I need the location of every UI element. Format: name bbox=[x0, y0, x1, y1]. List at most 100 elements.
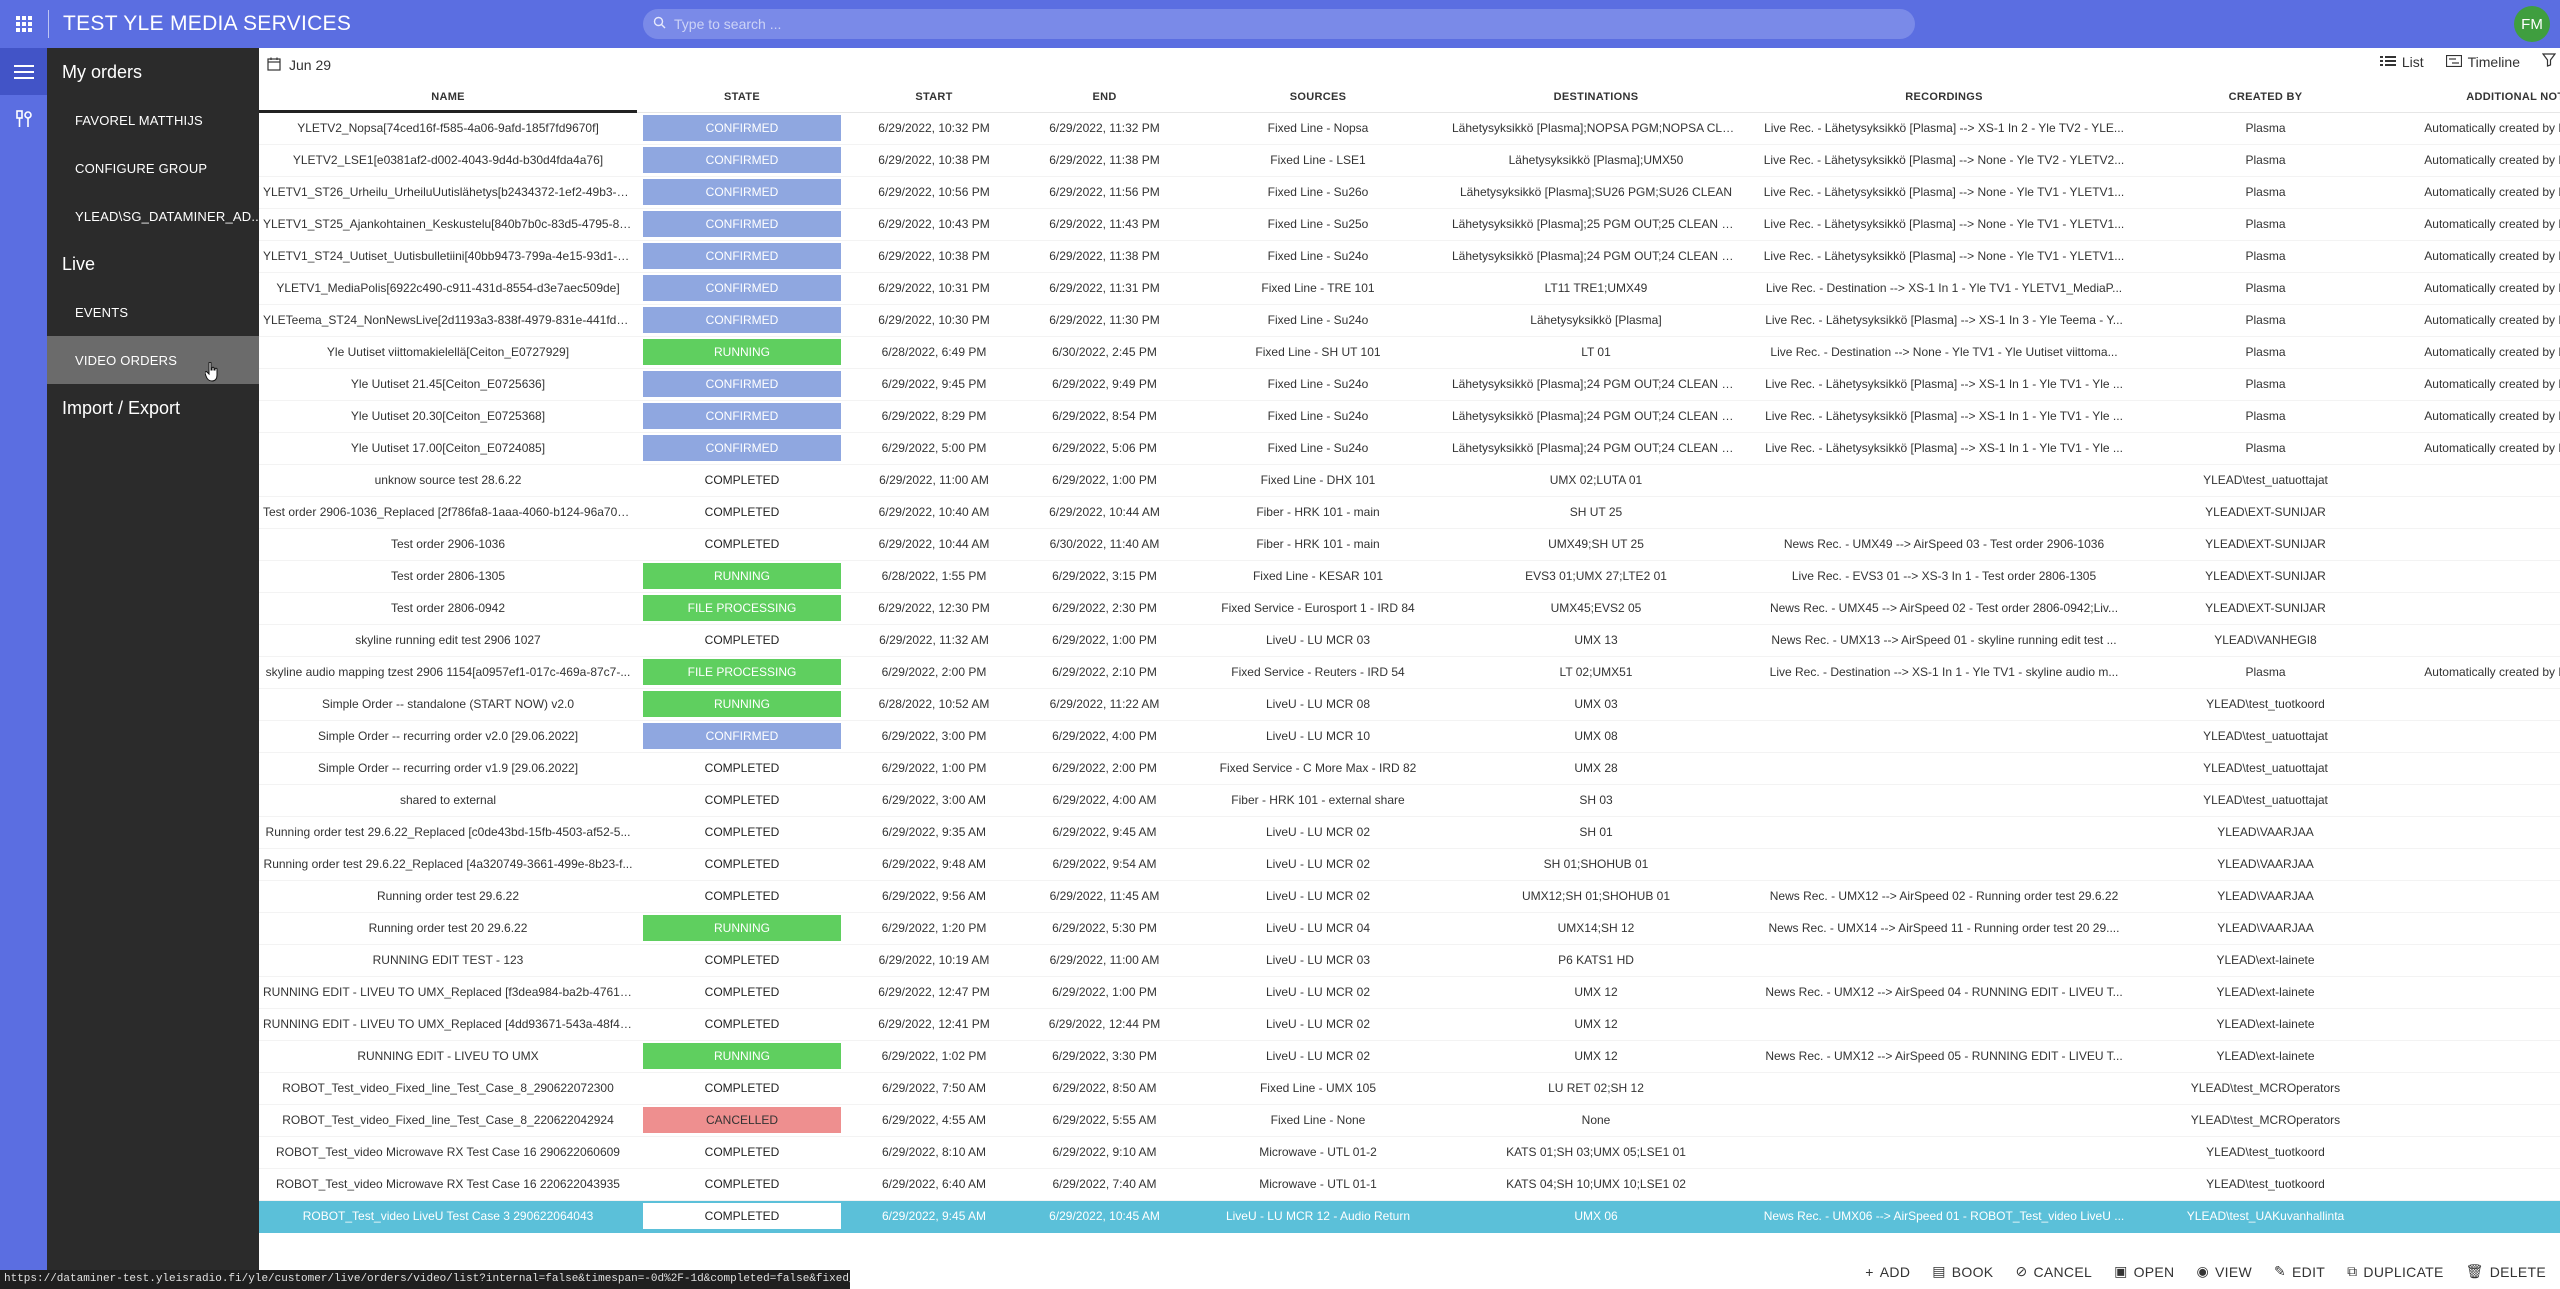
duplicate-button[interactable]: ⧉ DUPLICATE bbox=[2347, 1263, 2444, 1280]
list-view-button[interactable]: List bbox=[2374, 54, 2424, 70]
state-badge: CONFIRMED bbox=[643, 211, 841, 237]
table-row[interactable]: RUNNING EDIT TEST - 123 COMPLETED 6/29/202… bbox=[259, 944, 2560, 977]
cell-name: Running order test 29.6.22 bbox=[259, 880, 637, 913]
nav-my-orders[interactable]: My orders bbox=[47, 48, 259, 96]
table-row[interactable]: Simple Order -- standalone (START NOW) v… bbox=[259, 688, 2560, 721]
cell-additional-notes bbox=[2387, 464, 2560, 497]
menu-icon[interactable] bbox=[0, 48, 47, 95]
timeline-view-button[interactable]: Timeline bbox=[2440, 54, 2520, 70]
cell-start: 6/29/2022, 12:47 PM bbox=[847, 976, 1021, 1009]
nav-item-configure-group[interactable]: CONFIGURE GROUP bbox=[47, 144, 259, 192]
open-icon: ▣ bbox=[2114, 1263, 2128, 1279]
cell-recordings bbox=[1744, 1168, 2144, 1201]
table-row[interactable]: Simple Order -- recurring order v1.9 [29… bbox=[259, 752, 2560, 785]
cell-sources: Microwave - UTL 01-1 bbox=[1188, 1168, 1448, 1201]
table-row[interactable]: Yle Uutiset 20.30[Ceiton_E0725368] CONFIR… bbox=[259, 400, 2560, 433]
nav-live[interactable]: Live bbox=[47, 240, 259, 288]
table-row[interactable]: ROBOT_Test_video_Fixed_line_Test_Case_8_… bbox=[259, 1072, 2560, 1105]
table-row[interactable]: RUNNING EDIT - LIVEU TO UMX_Replaced [f3… bbox=[259, 976, 2560, 1009]
date-label[interactable]: Jun 29 bbox=[289, 57, 331, 73]
tools-icon[interactable] bbox=[0, 95, 47, 142]
col-header-recordings[interactable]: RECORDINGS bbox=[1744, 82, 2144, 113]
col-header-created-by[interactable]: CREATED BY bbox=[2144, 82, 2387, 113]
cell-start: 6/29/2022, 10:38 PM bbox=[847, 240, 1021, 273]
table-row[interactable]: RUNNING EDIT - LIVEU TO UMX RUNNING 6/29/2… bbox=[259, 1040, 2560, 1073]
user-avatar[interactable]: FM bbox=[2514, 6, 2550, 42]
cell-additional-notes bbox=[2387, 912, 2560, 945]
table-row[interactable]: Yle Uutiset 17.00[Ceiton_E0724085] CONFIR… bbox=[259, 432, 2560, 465]
filter-button[interactable] bbox=[2536, 53, 2557, 70]
delete-button[interactable]: 🗑 DELETE bbox=[2466, 1263, 2546, 1280]
search-bar[interactable] bbox=[643, 9, 1915, 39]
table-row[interactable]: YLETV1_MediaPolis[6922c490-c911-431d-855… bbox=[259, 272, 2560, 305]
table-row[interactable]: ROBOT_Test_video Microwave RX Test Case … bbox=[259, 1136, 2560, 1169]
cell-destinations: UMX 13 bbox=[1448, 624, 1744, 657]
nav-item-video-orders[interactable]: VIDEO ORDERS bbox=[47, 336, 259, 384]
app-launcher-icon[interactable] bbox=[0, 0, 48, 48]
main-content: Jun 29 List Timeline NAME STATE START EN bbox=[259, 48, 2560, 1289]
table-row[interactable]: Yle Uutiset 21.45[Ceiton_E0725636] CONFIR… bbox=[259, 368, 2560, 401]
table-row[interactable]: YLETV1_ST24_Uutiset_Uutisbulletiini[40bb… bbox=[259, 240, 2560, 273]
state-badge: CONFIRMED bbox=[643, 179, 841, 205]
table-row[interactable]: Running order test 29.6.22_Replaced [4a3… bbox=[259, 848, 2560, 881]
col-header-sources[interactable]: SOURCES bbox=[1188, 82, 1448, 113]
orders-table: NAME STATE START END SOURCES DESTINATION… bbox=[259, 82, 2560, 1233]
search-input[interactable] bbox=[674, 16, 1874, 32]
table-row[interactable]: Yle Uutiset viittomakielellä[Ceiton_E072… bbox=[259, 336, 2560, 369]
cell-destinations: Lähetysyksikkö [Plasma];UMX50 bbox=[1448, 144, 1744, 177]
col-header-destinations[interactable]: DESTINATIONS bbox=[1448, 82, 1744, 113]
table-row[interactable]: YLETV1_ST25_Ajankohtainen_Keskustelu[840… bbox=[259, 208, 2560, 241]
table-row[interactable]: Test order 2906-1036 COMPLETED 6/29/2022, … bbox=[259, 528, 2560, 561]
table-row[interactable]: YLETV1_ST26_Urheilu_UrheiluUutislähetys[… bbox=[259, 176, 2560, 209]
calendar-icon[interactable] bbox=[267, 57, 281, 74]
col-header-additional-notes[interactable]: ADDITIONAL NOTES bbox=[2387, 82, 2560, 113]
nav-item-sg-dataminer[interactable]: YLEAD\SG_DATAMINER_AD... bbox=[47, 192, 259, 240]
col-header-name[interactable]: NAME bbox=[259, 82, 637, 113]
nav-item-favorel[interactable]: FAVOREL MATTHIJS bbox=[47, 96, 259, 144]
add-button[interactable]: + ADD bbox=[1865, 1264, 1910, 1280]
view-button[interactable]: ◉ VIEW bbox=[2196, 1263, 2252, 1280]
table-row[interactable]: YLETV2_Nopsa[74ced16f-f585-4a06-9afd-185… bbox=[259, 112, 2560, 145]
cancel-button[interactable]: ⊘ CANCEL bbox=[2015, 1263, 2092, 1280]
table-row[interactable]: unknow source test 28.6.22 COMPLETED 6/29/… bbox=[259, 464, 2560, 497]
book-button[interactable]: ▤ BOOK bbox=[1932, 1263, 1993, 1280]
table-row[interactable]: RUNNING EDIT - LIVEU TO UMX_Replaced [4d… bbox=[259, 1008, 2560, 1041]
cell-created-by: Plasma bbox=[2144, 208, 2387, 241]
cell-end: 6/29/2022, 9:49 PM bbox=[1021, 368, 1188, 401]
cell-recordings bbox=[1744, 496, 2144, 529]
col-header-start[interactable]: START bbox=[847, 82, 1021, 113]
state-badge: CONFIRMED bbox=[643, 147, 841, 173]
col-header-end[interactable]: END bbox=[1021, 82, 1188, 113]
cell-destinations: Lähetysyksikkö [Plasma];NOPSA PGM;NOPSA … bbox=[1448, 112, 1744, 145]
cell-name: YLETV1_ST24_Uutiset_Uutisbulletiini[40bb… bbox=[259, 240, 637, 273]
table-row[interactable]: skyline running edit test 2906 1027 COMPL… bbox=[259, 624, 2560, 657]
table-row[interactable]: Running order test 29.6.22 COMPLETED 6/29/… bbox=[259, 880, 2560, 913]
nav-import-export[interactable]: Import / Export bbox=[47, 384, 259, 432]
table-row[interactable]: shared to external COMPLETED 6/29/2022, 3:… bbox=[259, 784, 2560, 817]
table-row[interactable]: ROBOT_Test_video LiveU Test Case 3 29062… bbox=[259, 1200, 2560, 1233]
table-row[interactable]: Test order 2806-1305 RUNNING 6/28/2022, 1:… bbox=[259, 560, 2560, 593]
table-row[interactable]: Running order test 29.6.22_Replaced [c0d… bbox=[259, 816, 2560, 849]
cell-recordings: Live Rec. - Destination --> XS-1 In 1 - … bbox=[1744, 272, 2144, 305]
table-row[interactable]: ROBOT_Test_video_Fixed_line_Test_Case_8_… bbox=[259, 1104, 2560, 1137]
cell-sources: Fixed Line - Su26o bbox=[1188, 176, 1448, 209]
cell-state: CONFIRMED bbox=[637, 272, 847, 305]
table-row[interactable]: ROBOT_Test_video Microwave RX Test Case … bbox=[259, 1168, 2560, 1201]
nav-item-events[interactable]: EVENTS bbox=[47, 288, 259, 336]
cell-state: CONFIRMED bbox=[637, 240, 847, 273]
table-row[interactable]: Simple Order -- recurring order v2.0 [29… bbox=[259, 720, 2560, 753]
table-row[interactable]: YLETV2_LSE1[e0381af2-d002-4043-9d4d-b30d… bbox=[259, 144, 2560, 177]
table-row[interactable]: Test order 2806-0942 FILE PROCESSING 6/29/… bbox=[259, 592, 2560, 625]
col-header-state[interactable]: STATE bbox=[637, 82, 847, 113]
table-row[interactable]: YLETeema_ST24_NonNewsLive[2d1193a3-838f-… bbox=[259, 304, 2560, 337]
table-row[interactable]: Test order 2906-1036_Replaced [2f786fa8-… bbox=[259, 496, 2560, 529]
cell-name: Test order 2906-1036 bbox=[259, 528, 637, 561]
cell-end: 6/29/2022, 3:30 PM bbox=[1021, 1040, 1188, 1073]
cell-destinations: LT 02;UMX51 bbox=[1448, 656, 1744, 689]
table-row[interactable]: Running order test 20 29.6.22 RUNNING 6/29… bbox=[259, 912, 2560, 945]
table-row[interactable]: skyline audio mapping tzest 2906 1154[a0… bbox=[259, 656, 2560, 689]
open-button[interactable]: ▣ OPEN bbox=[2114, 1263, 2174, 1280]
edit-button[interactable]: ✎ EDIT bbox=[2274, 1263, 2325, 1280]
cell-recordings bbox=[1744, 464, 2144, 497]
cell-additional-notes bbox=[2387, 688, 2560, 721]
